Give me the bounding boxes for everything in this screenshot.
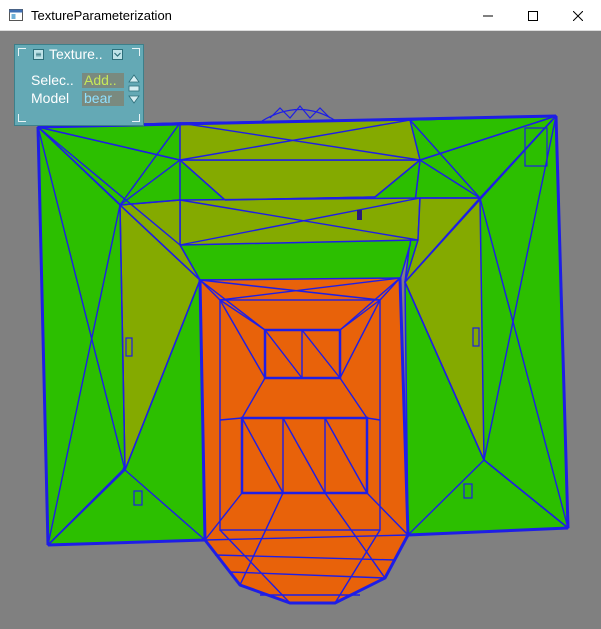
model-field[interactable]: bear bbox=[82, 91, 124, 106]
panel-corner-tl bbox=[18, 48, 26, 56]
window-title: TextureParameterization bbox=[31, 8, 172, 23]
model-label: Model bbox=[31, 90, 70, 106]
close-icon bbox=[573, 10, 583, 21]
mesh-face-orange bbox=[199, 277, 409, 604]
minimize-icon bbox=[483, 15, 493, 16]
mesh-top-detail bbox=[261, 105, 337, 122]
panel-collapse-button[interactable] bbox=[112, 49, 123, 60]
title-bar: TextureParameterization bbox=[0, 0, 601, 31]
selection-field[interactable]: Add.. bbox=[82, 73, 124, 88]
texture-panel[interactable]: ≡ Texture.. Selec.. Add.. Model bear bbox=[14, 44, 144, 126]
panel-menu-icon: ≡ bbox=[35, 50, 42, 59]
chevron-down-icon bbox=[114, 52, 121, 57]
panel-corner-bl bbox=[18, 114, 26, 122]
panel-corner-tr bbox=[132, 48, 140, 56]
maximize-button[interactable] bbox=[510, 0, 556, 31]
panel-corner-br[interactable] bbox=[132, 114, 140, 122]
maximize-icon bbox=[528, 10, 538, 21]
minimize-button[interactable] bbox=[465, 0, 511, 31]
spinner-arrows-icon[interactable] bbox=[128, 74, 140, 104]
selection-label: Selec.. bbox=[31, 72, 74, 88]
panel-title[interactable]: Texture.. bbox=[49, 46, 103, 62]
close-button[interactable] bbox=[555, 0, 601, 31]
panel-menu-button[interactable]: ≡ bbox=[33, 49, 44, 60]
app-window-icon bbox=[9, 9, 23, 21]
